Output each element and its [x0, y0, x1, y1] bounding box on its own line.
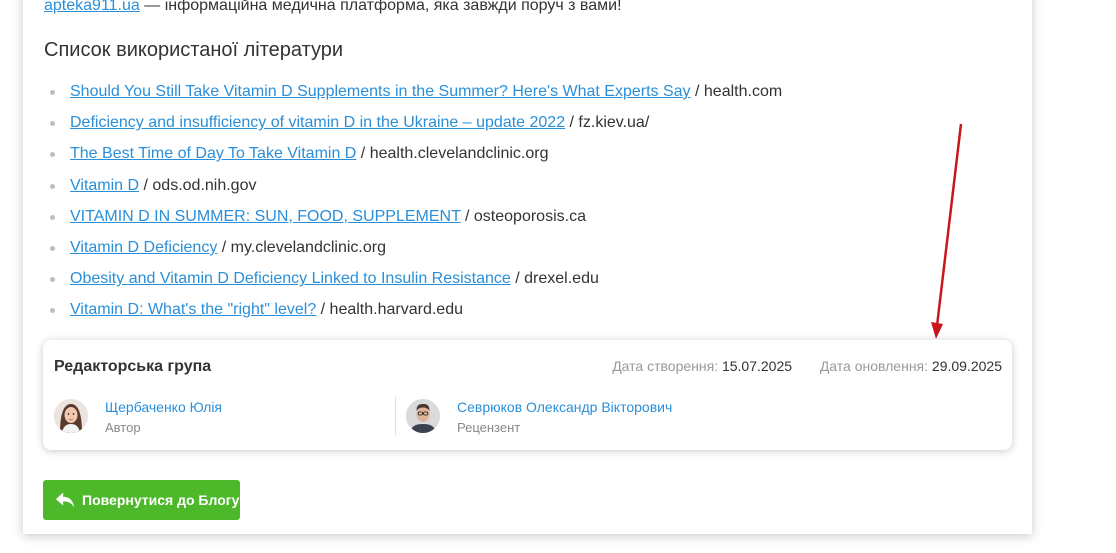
bullet-icon	[50, 183, 55, 189]
people-divider	[395, 396, 396, 436]
reference-source: / drexel.edu	[510, 270, 599, 288]
back-to-blog-label: Повернутися до Блогу	[82, 492, 240, 508]
back-to-blog-button[interactable]: Повернутися до Блогу	[43, 480, 240, 520]
apteka-link[interactable]: apteka911.ua	[44, 0, 140, 14]
reviewer-entry: Севрюков Олександр Вікторович Рецензент	[406, 397, 726, 437]
editorial-group-card: Редакторська група Дата створення: 15.07…	[43, 340, 1012, 450]
reference-link[interactable]: Should You Still Take Vitamin D Suppleme…	[70, 83, 691, 100]
author-name[interactable]: Щербаченко Юлія	[105, 399, 222, 415]
dates-row: Дата створення: 15.07.2025 Дата оновленн…	[612, 358, 1002, 374]
author-avatar[interactable]	[54, 399, 88, 433]
reference-source: / fz.kiev.ua/	[565, 114, 650, 132]
list-item: Vitamin D / ods.od.nih.gov	[44, 175, 782, 206]
updated-date-label: Дата оновлення:	[819, 358, 929, 374]
list-item: Vitamin D Deficiency / my.clevelandclini…	[44, 237, 782, 268]
reference-link[interactable]: Vitamin D	[70, 177, 139, 194]
bullet-icon	[50, 121, 55, 127]
author-role: Автор	[105, 420, 141, 435]
updated-date-value: 29.09.2025	[931, 358, 1002, 374]
list-item: Vitamin D: What's the "right" level? / h…	[44, 299, 782, 330]
list-item: Obesity and Vitamin D Deficiency Linked …	[44, 268, 782, 299]
bullet-icon	[50, 245, 55, 251]
author-entry: Щербаченко Юлія Автор	[54, 397, 374, 437]
reference-link[interactable]: Vitamin D Deficiency	[70, 239, 217, 256]
created-date-label: Дата створення:	[612, 358, 719, 374]
references-list: Should You Still Take Vitamin D Suppleme…	[44, 81, 782, 331]
bullet-icon	[50, 152, 55, 158]
intro-description: — інформаційна медична платформа, яка за…	[139, 0, 622, 14]
reference-source: / ods.od.nih.gov	[139, 176, 257, 194]
created-date-value: 15.07.2025	[721, 358, 793, 374]
reference-link[interactable]: Deficiency and insufficiency of vitamin …	[70, 114, 565, 131]
list-item: Deficiency and insufficiency of vitamin …	[44, 112, 782, 143]
reviewer-avatar[interactable]	[406, 399, 440, 433]
references-title: Список використаної літератури	[44, 39, 344, 61]
intro-text: apteka911.ua — інформаційна медична плат…	[44, 0, 622, 15]
reply-arrow-icon	[55, 492, 75, 508]
reference-link[interactable]: The Best Time of Day To Take Vitamin D	[70, 145, 356, 162]
reviewer-role: Рецензент	[457, 420, 521, 435]
reference-source: / osteoporosis.ca	[460, 207, 586, 225]
bullet-icon	[50, 90, 55, 95]
reference-link[interactable]: VITAMIN D IN SUMMER: SUN, FOOD, SUPPLEME…	[70, 208, 461, 225]
reference-source: / health.harvard.edu	[316, 301, 463, 319]
list-item: Should You Still Take Vitamin D Suppleme…	[44, 81, 782, 112]
bullet-icon	[50, 308, 55, 314]
reference-source: / health.com	[690, 83, 783, 100]
reference-source: / health.clevelandclinic.org	[356, 145, 549, 163]
bullet-icon	[50, 214, 55, 220]
list-item: The Best Time of Day To Take Vitamin D /…	[44, 143, 782, 174]
list-item: VITAMIN D IN SUMMER: SUN, FOOD, SUPPLEME…	[44, 206, 782, 237]
reference-source: / my.clevelandclinic.org	[217, 238, 386, 256]
bullet-icon	[50, 277, 55, 283]
reviewer-name[interactable]: Севрюков Олександр Вікторович	[457, 399, 672, 415]
reference-link[interactable]: Vitamin D: What's the "right" level?	[70, 301, 316, 318]
editorial-group-title: Редакторська група	[54, 358, 212, 375]
reference-link[interactable]: Obesity and Vitamin D Deficiency Linked …	[70, 270, 511, 287]
